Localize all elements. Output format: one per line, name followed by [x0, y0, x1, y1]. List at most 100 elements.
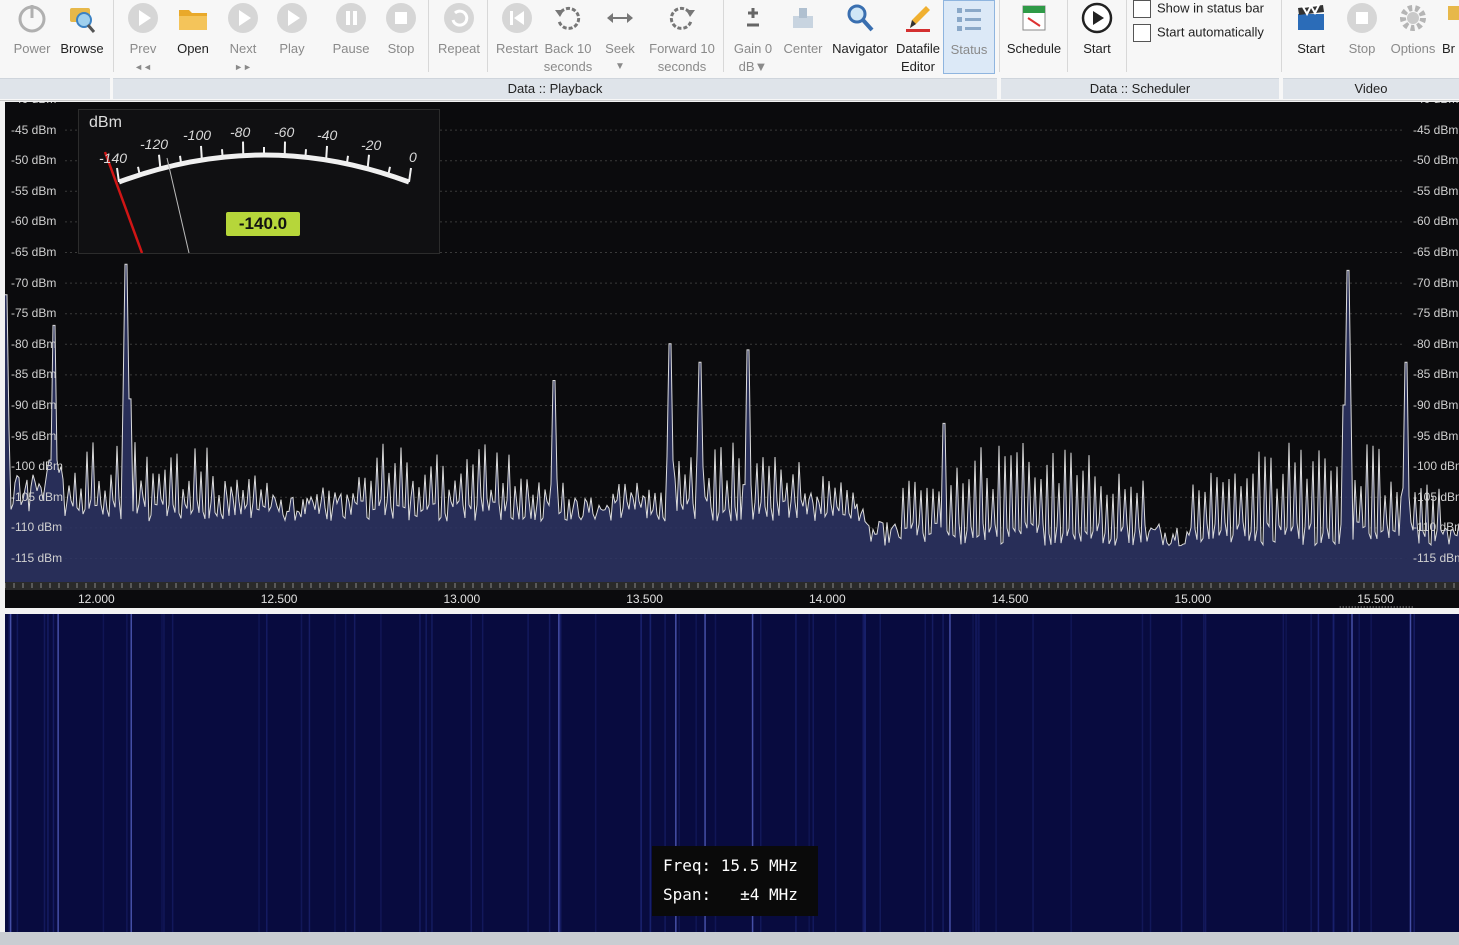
meter-needle: [103, 151, 144, 253]
dbm-tick-label: -40 dBm: [11, 102, 56, 106]
meter-scale-label: -60: [274, 124, 295, 140]
group-label-video: Video: [1283, 78, 1459, 99]
back10-label: Back 10: [544, 41, 592, 56]
meter-scale-label: -100: [183, 127, 212, 143]
frequency-tick-label: 14.000: [809, 592, 846, 606]
next-button[interactable]: Next ►►: [222, 0, 264, 76]
status-button[interactable]: Status: [943, 0, 995, 74]
gain-button[interactable]: Gain 0 dB▼: [730, 0, 776, 76]
browse-label: Browse: [60, 41, 104, 56]
prev-button[interactable]: Prev ◄◄: [122, 0, 164, 76]
video-browse-button[interactable]: Br: [1442, 0, 1459, 58]
frequency-tooltip: Freq: 15.5 MHz Span: ±4 MHz: [652, 846, 818, 916]
restart-label: Restart: [496, 41, 538, 56]
dbm-tick-label: -50 dBm: [1413, 153, 1459, 168]
frequency-tick-label: 13.500: [626, 592, 663, 606]
back10-button[interactable]: Back 10 seconds: [541, 0, 595, 76]
frequency-tick-label: 15.500: [1357, 592, 1394, 606]
power-button[interactable]: Power: [6, 0, 58, 58]
options-button[interactable]: Options: [1388, 0, 1438, 58]
gain-sub[interactable]: dB▼: [730, 58, 776, 76]
schedule-button[interactable]: Schedule: [1004, 0, 1064, 58]
scheduler-start-label: Start: [1083, 41, 1111, 56]
schedule-label: Schedule: [1006, 41, 1062, 56]
gear-icon: [1397, 2, 1429, 34]
center-icon: [787, 2, 819, 34]
open-button[interactable]: Open: [170, 0, 216, 58]
forward10-sub: seconds: [657, 59, 707, 74]
dbm-tick-label: -55 dBm: [11, 183, 57, 198]
ribbon-toolbar: Power Browse Prev ◄◄ Open Next ►► Play P…: [0, 0, 1459, 101]
show-in-status-bar-checkbox[interactable]: Show in status bar: [1133, 0, 1264, 18]
gain-label: Gain 0: [733, 41, 773, 56]
dbm-tick-label: -100 dBm: [1413, 459, 1459, 474]
dbm-tick-label: -80 dBm: [1413, 336, 1459, 351]
meter-scale-label: -40: [317, 127, 338, 143]
meter-tick: [304, 149, 307, 158]
stop-icon: [385, 2, 417, 34]
video-stop-button[interactable]: Stop: [1340, 0, 1384, 58]
frequency-tick-label: 12.000: [78, 592, 115, 606]
dbm-tick-label: -65 dBm: [11, 245, 57, 259]
rewind-icon: [552, 2, 584, 34]
navigator-button[interactable]: Navigator: [828, 0, 892, 58]
dbm-tick-label: -110 dBm: [11, 520, 63, 535]
meter-arc: [118, 152, 410, 185]
center-button[interactable]: Center: [780, 0, 826, 58]
next-sub: ►►: [234, 62, 252, 72]
dbm-tick-label: -70 dBm: [11, 275, 57, 290]
magnifier-icon: [844, 2, 876, 34]
meter-tick: [345, 155, 349, 164]
seek-button[interactable]: Seek ▼: [599, 0, 641, 76]
center-label: Center: [783, 41, 823, 56]
start-automatically-checkbox[interactable]: Start automatically: [1133, 24, 1264, 42]
browse-button[interactable]: Browse: [58, 0, 106, 58]
video-browse-label: Br: [1442, 41, 1455, 56]
seek-label: Seek: [605, 41, 635, 56]
timeline-scrollbar[interactable]: [0, 932, 1459, 945]
next-icon: [227, 2, 259, 34]
meter-tick: [116, 167, 120, 183]
scheduler-start-button[interactable]: Start: [1074, 0, 1120, 58]
meter-tick: [200, 145, 203, 161]
tooltip-span: Span: ±4 MHz: [663, 885, 798, 904]
datafile-label: Datafile: [895, 41, 941, 56]
pencil-icon: [902, 2, 934, 34]
play-button[interactable]: Play: [271, 0, 313, 58]
dbm-tick-label: -90 dBm: [1413, 398, 1459, 412]
spectrum-panel[interactable]: -40 dBm -45 dBm -50 dBm -55 dBm -60 dBm -65 d…: [5, 102, 1459, 608]
dbm-tick-label: -115 dBm: [1413, 551, 1459, 565]
restart-icon: [501, 2, 533, 34]
dbm-tick-label: -115 dBm: [11, 551, 63, 565]
forward10-button[interactable]: Forward 10 seconds: [645, 0, 719, 76]
dbm-tick-label: -85 dBm: [11, 367, 57, 382]
datafile-editor-button[interactable]: Datafile Editor: [893, 0, 943, 76]
frequency-ruler: [5, 582, 1459, 590]
meter-scale-label: 0: [409, 149, 417, 165]
seek-icon: [604, 2, 636, 34]
meter-tick: [221, 149, 224, 158]
meter-tick: [366, 154, 370, 169]
back10-sub: seconds: [543, 59, 593, 74]
checkbox-box[interactable]: [1133, 0, 1151, 18]
repeat-icon: [443, 2, 475, 34]
repeat-button[interactable]: Repeat: [434, 0, 484, 58]
seek-dropdown-icon[interactable]: ▼: [599, 58, 641, 76]
video-start-button[interactable]: Start: [1288, 0, 1334, 58]
dbm-tick-label: -90 dBm: [11, 398, 57, 412]
checkbox-box[interactable]: [1133, 24, 1151, 42]
options-label: Options: [1390, 41, 1436, 56]
prev-sub: ◄◄: [134, 62, 152, 72]
stop-button[interactable]: Stop: [380, 0, 422, 58]
dbm-tick-label: -95 dBm: [1413, 428, 1459, 443]
group-label-playback: Data :: Playback: [113, 78, 997, 99]
prev-label: Prev: [129, 41, 157, 56]
dbm-tick-label: -105 dBm: [11, 489, 64, 504]
restart-button[interactable]: Restart: [493, 0, 541, 58]
meter-tick: [158, 154, 162, 169]
video-stop-label: Stop: [1348, 41, 1376, 56]
frequency-tick-label: 13.000: [443, 592, 481, 606]
forward-icon: [666, 2, 698, 34]
pause-button[interactable]: Pause: [330, 0, 372, 58]
group-label-file: [0, 78, 110, 99]
